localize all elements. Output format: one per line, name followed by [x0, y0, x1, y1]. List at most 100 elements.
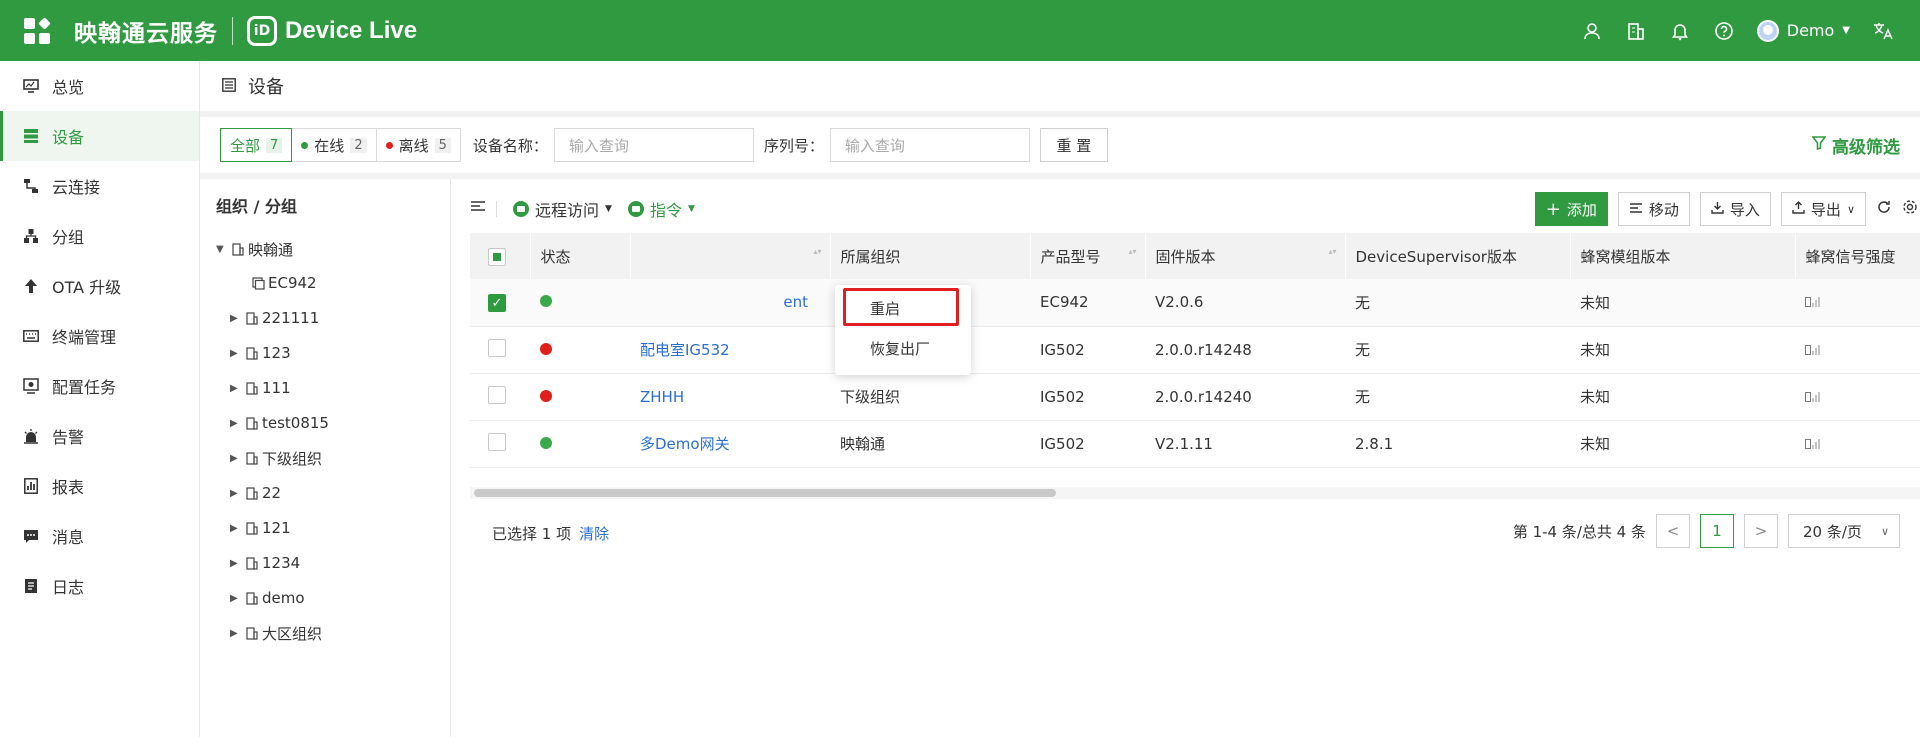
- row-checkbox[interactable]: ✓: [488, 294, 506, 312]
- filter-offline-button[interactable]: 离线 5: [375, 128, 461, 162]
- column-header-name[interactable]: 名称: [630, 233, 831, 279]
- column-header-model[interactable]: 产品型号: [1030, 233, 1146, 279]
- command-label: 指令: [649, 201, 682, 220]
- status-segmented-control: 全部 7 在线 2 离线 5: [220, 128, 461, 162]
- device-name-link[interactable]: ent: [783, 293, 808, 311]
- tree-node[interactable]: ▶ 下级组织: [230, 443, 322, 473]
- row-checkbox[interactable]: [488, 338, 506, 357]
- column-header-status: 状态: [530, 233, 631, 279]
- tree-node-device[interactable]: EC942: [250, 268, 317, 298]
- sidebar-item-ota[interactable]: OTA 升级: [0, 261, 199, 311]
- sidebar-item-devices[interactable]: 设备: [0, 111, 199, 161]
- filter-all-label: 全部: [230, 136, 261, 155]
- language-icon[interactable]: [1872, 20, 1894, 42]
- sidebar-item-label: 云连接: [52, 178, 101, 197]
- tree-node[interactable]: ▶ demo: [230, 583, 305, 613]
- keyboard-icon: [22, 327, 40, 345]
- tree-node[interactable]: ▶ test0815: [230, 408, 329, 438]
- tree-node[interactable]: ▶ 121: [230, 513, 291, 543]
- device-name-link[interactable]: 配电室IG532: [640, 341, 730, 359]
- table-row[interactable]: 多Demo网关 映翰通 IG502 V2.1.11 2.8.1 未知: [470, 420, 1920, 468]
- organization-icon[interactable]: [1625, 20, 1647, 42]
- user-profile-icon[interactable]: [1581, 20, 1603, 42]
- device-name-cell: 多Demo网关: [630, 420, 830, 468]
- tree-node[interactable]: ▶ 大区组织: [230, 618, 322, 648]
- filter-all-button[interactable]: 全部 7: [220, 128, 293, 162]
- sidebar-item-cloud-connect[interactable]: 云连接: [0, 161, 199, 211]
- page-number-button[interactable]: 1: [1700, 514, 1734, 548]
- tree-node[interactable]: ▶ 111: [230, 373, 291, 403]
- refresh-icon[interactable]: [1876, 199, 1892, 219]
- tree-node[interactable]: ▶ 123: [230, 338, 291, 368]
- device-name-link[interactable]: ZHHH: [640, 388, 684, 406]
- remote-access-dropdown[interactable]: 远程访问 ▼: [513, 197, 612, 221]
- user-menu[interactable]: Demo ▼: [1756, 19, 1850, 42]
- table-row[interactable]: ✓ ent 映翰通 EC942 V2.0.6 无 未知: [470, 279, 1920, 327]
- sidebar-item-alarms[interactable]: 告警: [0, 411, 199, 461]
- column-settings-icon[interactable]: [470, 200, 486, 218]
- alarm-icon: [22, 427, 40, 445]
- app-grid-icon[interactable]: [24, 16, 51, 44]
- device-name-cell: 配电室IG532: [630, 326, 830, 374]
- tree-node-label: 121: [262, 519, 291, 537]
- serial-number-label: 序列号：: [763, 136, 824, 155]
- move-button[interactable]: 移动: [1617, 192, 1690, 226]
- add-button[interactable]: + 添加: [1534, 192, 1608, 226]
- command-dropdown-menu: 重启 恢复出厂: [835, 285, 971, 375]
- column-header-ds-version: DeviceSupervisor版本: [1345, 233, 1571, 279]
- device-list-icon: [22, 127, 40, 145]
- row-checkbox[interactable]: [488, 432, 506, 451]
- select-all-cell: [470, 233, 531, 279]
- help-icon[interactable]: [1713, 20, 1735, 42]
- tree-node[interactable]: ▶ 1234: [230, 548, 300, 578]
- scrollbar-thumb[interactable]: [474, 489, 1056, 497]
- chevron-down-icon: ∨: [1880, 524, 1889, 538]
- settings-gear-icon[interactable]: [1902, 199, 1918, 219]
- serial-number-input[interactable]: 输入查询: [829, 128, 1030, 162]
- sidebar-item-messages[interactable]: 消息: [0, 511, 199, 561]
- tree-node[interactable]: ▶ 22: [230, 478, 281, 508]
- sidebar-item-terminal[interactable]: 终端管理: [0, 311, 199, 361]
- tree-node-label: 123: [262, 344, 291, 362]
- prev-page-button[interactable]: <: [1656, 514, 1690, 548]
- sidebar-item-label: OTA 升级: [52, 278, 122, 297]
- product-name: Device Live: [285, 16, 418, 44]
- clear-selection-link[interactable]: 清除: [579, 523, 609, 544]
- reset-button[interactable]: 重 置: [1039, 128, 1108, 162]
- sidebar-item-groups[interactable]: 分组: [0, 211, 199, 261]
- device-name-link[interactable]: 多Demo网关: [640, 435, 730, 453]
- sidebar-item-overview[interactable]: 总览: [0, 61, 199, 111]
- sidebar-item-logs[interactable]: 日志: [0, 561, 199, 611]
- firmware-cell: 2.0.0.r14248: [1145, 326, 1345, 374]
- offline-dot-icon: [385, 141, 393, 149]
- row-checkbox[interactable]: [488, 385, 506, 404]
- status-cell: [530, 420, 630, 468]
- tree-node-label: 221111: [262, 309, 320, 327]
- next-page-button[interactable]: >: [1744, 514, 1778, 548]
- model-cell: EC942: [1030, 279, 1145, 327]
- row-select-cell: [470, 373, 530, 421]
- import-button[interactable]: 导入: [1699, 192, 1771, 226]
- advanced-filter-button[interactable]: 高级筛选: [1811, 133, 1900, 158]
- table-horizontal-scrollbar[interactable]: [470, 487, 1920, 499]
- table-row[interactable]: 配电室IG532 下级组织 IG502 2.0.0.r14248 无 未知: [470, 326, 1920, 374]
- sidebar-item-reports[interactable]: 报表: [0, 461, 199, 511]
- command-dropdown[interactable]: 指令 ▼: [627, 197, 695, 221]
- tree-node-label: 1234: [262, 554, 301, 572]
- device-name-input[interactable]: 输入查询: [553, 128, 754, 162]
- chevron-down-icon: ∨: [1846, 202, 1855, 216]
- remote-access-label: 远程访问: [535, 201, 600, 220]
- sidebar-item-config-task[interactable]: 配置任务: [0, 361, 199, 411]
- tree-node[interactable]: ▶ 221111: [230, 303, 319, 333]
- menu-item-factory-reset[interactable]: 恢复出厂: [835, 331, 971, 365]
- export-dropdown[interactable]: 导出 ∨: [1780, 192, 1866, 226]
- ds-version-cell: 2.8.1: [1345, 420, 1570, 468]
- bell-icon[interactable]: [1669, 20, 1691, 42]
- filter-online-button[interactable]: 在线 2: [291, 128, 377, 162]
- select-all-checkbox[interactable]: [488, 247, 506, 266]
- page-size-select[interactable]: 20 条/页 ∨: [1788, 514, 1900, 548]
- tree-node-root[interactable]: ▼ 映翰通: [216, 234, 293, 264]
- signal-cell: [1795, 420, 1920, 468]
- table-row[interactable]: ZHHH 下级组织 IG502 2.0.0.r14240 无 未知: [470, 373, 1920, 421]
- column-header-firmware[interactable]: 固件版本: [1145, 233, 1346, 279]
